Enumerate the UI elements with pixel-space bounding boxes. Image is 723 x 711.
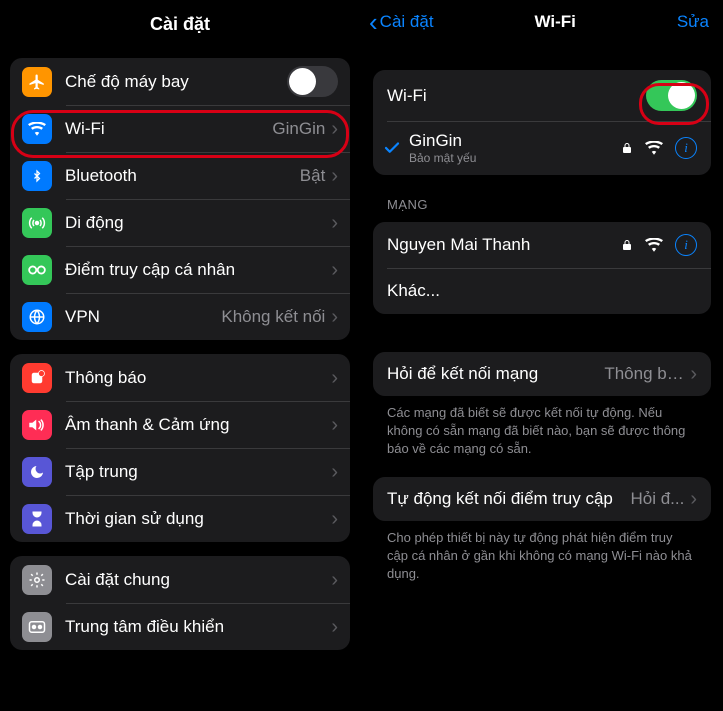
- settings-group: Cài đặt chung›Trung tâm điều khiển›: [10, 556, 350, 650]
- lock-icon: [621, 141, 633, 155]
- settings-row-airplane: Chế độ máy bay: [10, 58, 350, 105]
- row-value: Không kết nối: [221, 307, 325, 327]
- settings-row-control[interactable]: Trung tâm điều khiển›: [10, 603, 350, 650]
- wifi-toggle-row: Wi-Fi: [373, 70, 711, 121]
- wifi-icon: [645, 238, 663, 252]
- chevron-left-icon: ‹: [369, 9, 378, 35]
- auto-footer: Cho phép thiết bị này tự động phát hiện …: [387, 529, 697, 584]
- airplane-icon: [22, 67, 52, 97]
- row-label: Tập trung: [65, 462, 331, 482]
- settings-row-cellular[interactable]: Di động›: [10, 199, 350, 246]
- auto-hotspot-row[interactable]: Tự động kết nối điểm truy cập Hỏi đ... ›: [373, 477, 711, 521]
- settings-row-notifications[interactable]: Thông báo›: [10, 354, 350, 401]
- general-icon: [22, 565, 52, 595]
- wifi-icon: [22, 114, 52, 144]
- row-label: Cài đặt chung: [65, 570, 331, 590]
- row-label: Thông báo: [65, 368, 331, 388]
- chevron-right-icon: ›: [331, 570, 338, 590]
- row-label: Thời gian sử dụng: [65, 509, 331, 529]
- page-title: Wi-Fi: [534, 12, 575, 32]
- networks-group: Nguyen Mai Thanh i Khác...: [373, 222, 711, 314]
- ask-footer: Các mạng đã biết sẽ được kết nối tự động…: [387, 404, 697, 459]
- page-title: Cài đặt: [0, 0, 360, 48]
- info-icon[interactable]: i: [675, 137, 697, 159]
- row-value: Bật: [300, 166, 326, 186]
- focus-icon: [22, 457, 52, 487]
- connected-network-name: GinGin: [409, 131, 621, 151]
- lock-icon: [621, 238, 633, 252]
- row-label: Bluetooth: [65, 166, 300, 186]
- settings-row-wifi[interactable]: Wi-FiGinGin ›: [10, 105, 350, 152]
- settings-screen: Cài đặt Chế độ máy bayWi-FiGinGin›Blueto…: [0, 0, 361, 711]
- network-row[interactable]: Nguyen Mai Thanh i: [373, 222, 711, 268]
- chevron-right-icon: ›: [331, 166, 338, 186]
- row-value: GinGin: [272, 119, 325, 139]
- chevron-right-icon: ›: [331, 415, 338, 435]
- notifications-icon: [22, 363, 52, 393]
- chevron-right-icon: ›: [331, 307, 338, 327]
- auto-value: Hỏi đ...: [630, 489, 684, 509]
- chevron-right-icon: ›: [331, 617, 338, 637]
- connected-network-row[interactable]: GinGin Bảo mật yếu i: [373, 121, 711, 175]
- wifi-toggle[interactable]: [646, 80, 697, 111]
- network-name: Nguyen Mai Thanh: [387, 235, 621, 255]
- wifi-icon: [645, 141, 663, 155]
- vpn-icon: [22, 302, 52, 332]
- other-network-row[interactable]: Khác...: [373, 268, 711, 314]
- nav-bar: ‹ Cài đặt Wi-Fi Sửa: [361, 0, 723, 44]
- ask-to-join-row[interactable]: Hỏi để kết nối mạng Thông báo ›: [373, 352, 711, 396]
- toggle[interactable]: [287, 66, 338, 97]
- wifi-toggle-group: Wi-Fi GinGin Bảo mật yếu i: [373, 70, 711, 175]
- chevron-right-icon: ›: [331, 368, 338, 388]
- back-label: Cài đặt: [380, 12, 434, 32]
- checkmark-icon: [379, 139, 405, 157]
- other-label: Khác...: [387, 281, 697, 301]
- wifi-toggle-label: Wi-Fi: [387, 86, 646, 106]
- ask-value: Thông báo: [604, 364, 684, 384]
- settings-group: Chế độ máy bayWi-FiGinGin›BluetoothBật›D…: [10, 58, 350, 340]
- back-button[interactable]: ‹ Cài đặt: [369, 9, 434, 35]
- settings-row-sounds[interactable]: Âm thanh & Cảm ứng›: [10, 401, 350, 448]
- row-label: Trung tâm điều khiển: [65, 617, 331, 637]
- sounds-icon: [22, 410, 52, 440]
- auto-label: Tự động kết nối điểm truy cập: [387, 489, 630, 509]
- row-label: Chế độ máy bay: [65, 72, 287, 92]
- chevron-right-icon: ›: [690, 364, 697, 384]
- row-label: Âm thanh & Cảm ứng: [65, 415, 331, 435]
- cellular-icon: [22, 208, 52, 238]
- hotspot-icon: [22, 255, 52, 285]
- settings-row-focus[interactable]: Tập trung›: [10, 448, 350, 495]
- info-icon[interactable]: i: [675, 234, 697, 256]
- row-label: Wi-Fi: [65, 119, 272, 139]
- chevron-right-icon: ›: [331, 462, 338, 482]
- bluetooth-icon: [22, 161, 52, 191]
- chevron-right-icon: ›: [331, 260, 338, 280]
- settings-row-bluetooth[interactable]: BluetoothBật›: [10, 152, 350, 199]
- chevron-right-icon: ›: [331, 509, 338, 529]
- settings-row-screentime[interactable]: Thời gian sử dụng›: [10, 495, 350, 542]
- chevron-right-icon: ›: [331, 119, 338, 139]
- ask-label: Hỏi để kết nối mạng: [387, 364, 604, 384]
- settings-row-hotspot[interactable]: Điểm truy cập cá nhân›: [10, 246, 350, 293]
- auto-group: Tự động kết nối điểm truy cập Hỏi đ... ›: [373, 477, 711, 521]
- screentime-icon: [22, 504, 52, 534]
- networks-header: MẠNG: [387, 197, 697, 212]
- settings-row-vpn[interactable]: VPNKhông kết nối ›: [10, 293, 350, 340]
- chevron-right-icon: ›: [331, 213, 338, 233]
- control-icon: [22, 612, 52, 642]
- wifi-screen: ‹ Cài đặt Wi-Fi Sửa Wi-Fi GinGin Bảo mật…: [361, 0, 723, 711]
- row-label: Điểm truy cập cá nhân: [65, 260, 331, 280]
- settings-row-general[interactable]: Cài đặt chung›: [10, 556, 350, 603]
- settings-group: Thông báo›Âm thanh & Cảm ứng›Tập trung›T…: [10, 354, 350, 542]
- chevron-right-icon: ›: [690, 489, 697, 509]
- connected-network-security: Bảo mật yếu: [409, 151, 621, 165]
- row-label: VPN: [65, 307, 221, 327]
- edit-button[interactable]: Sửa: [677, 12, 715, 32]
- ask-group: Hỏi để kết nối mạng Thông báo ›: [373, 352, 711, 396]
- row-label: Di động: [65, 213, 331, 233]
